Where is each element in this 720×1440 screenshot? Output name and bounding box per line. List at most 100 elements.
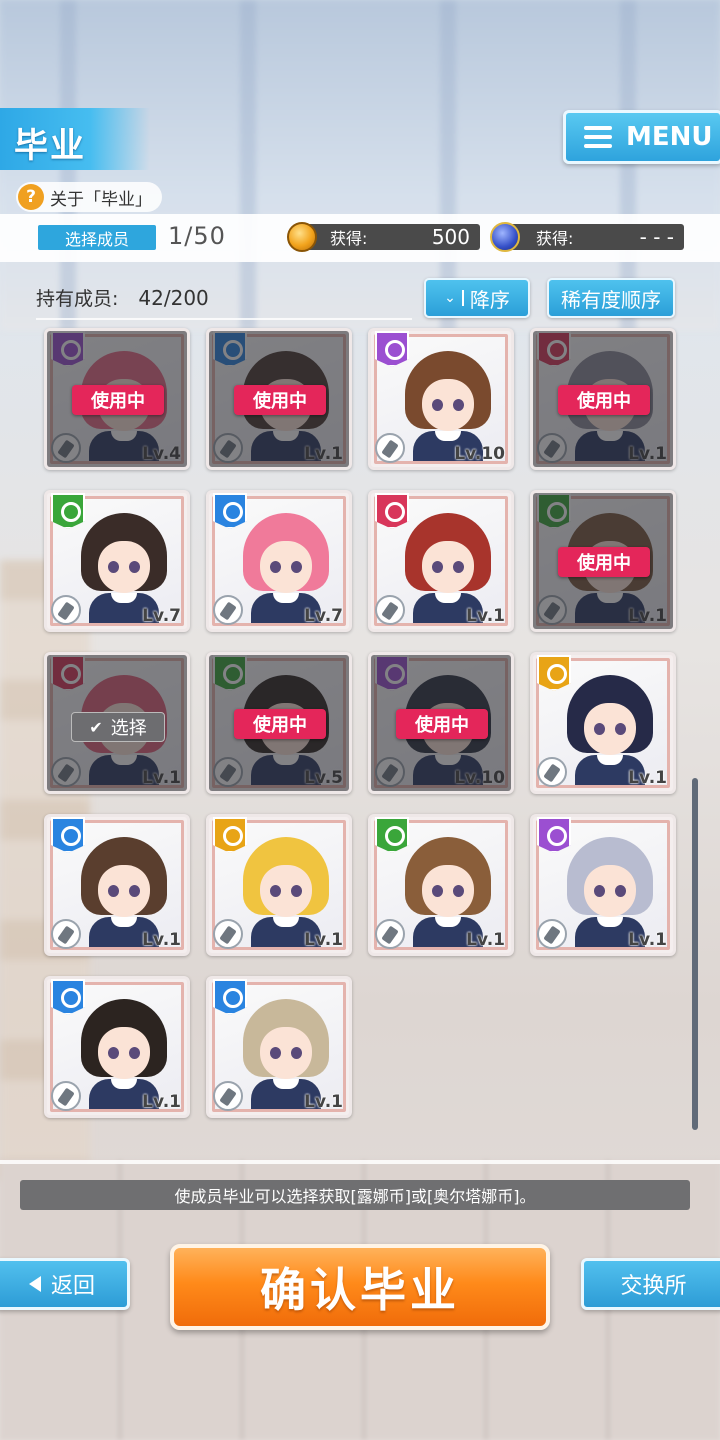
member-card[interactable]: Lv.1✔选择 xyxy=(44,652,190,794)
sort-rarity-button[interactable]: 稀有度顺序 xyxy=(547,278,675,318)
character-face xyxy=(98,541,150,593)
member-card[interactable]: Lv.1 xyxy=(44,814,190,956)
weapon-icon xyxy=(375,433,405,463)
gold-reward-label: 获得: xyxy=(330,229,368,248)
notice-text: 使成员毕业可以选择获取[露娜币]或[奥尔塔娜币]。 xyxy=(20,1180,690,1210)
in-use-badge: 使用中 xyxy=(558,547,650,577)
back-button[interactable]: 返回 xyxy=(0,1258,130,1310)
member-card[interactable]: Lv.1 xyxy=(206,976,352,1118)
member-card[interactable]: Lv.1使用中 xyxy=(206,328,352,470)
character-face xyxy=(422,865,474,917)
character-eye xyxy=(108,1047,119,1059)
page-title: 毕业 xyxy=(0,108,150,170)
character-portrait xyxy=(243,999,329,1109)
about-label: 关于「毕业」 xyxy=(50,189,152,210)
chevron-down-icon: ⌄ xyxy=(444,290,464,306)
member-card[interactable]: Lv.10使用中 xyxy=(368,652,514,794)
in-use-badge: 使用中 xyxy=(72,385,164,415)
gold-reward-value: 500 xyxy=(431,225,470,249)
member-card[interactable]: Lv.1 xyxy=(368,814,514,956)
character-eye xyxy=(594,723,605,735)
member-card[interactable]: Lv.7 xyxy=(206,490,352,632)
weapon-icon xyxy=(537,919,567,949)
owned-count: 42/200 xyxy=(138,286,209,310)
star-reward-label: 获得: xyxy=(536,229,574,248)
weapon-icon xyxy=(213,595,243,625)
member-card[interactable]: Lv.1使用中 xyxy=(530,328,676,470)
about-graduation-button[interactable]: ? 关于「毕业」 xyxy=(16,182,162,212)
character-eye xyxy=(453,885,464,897)
sort-order-button[interactable]: ⌄ 降序 xyxy=(424,278,530,318)
character-eye xyxy=(291,561,302,573)
selection-count: 1/50 xyxy=(168,222,226,250)
star-coin-icon xyxy=(490,222,520,252)
member-card[interactable]: Lv.5使用中 xyxy=(206,652,352,794)
member-card[interactable]: Lv.1 xyxy=(44,976,190,1118)
character-eye xyxy=(129,561,140,573)
member-card[interactable]: Lv.1 xyxy=(206,814,352,956)
weapon-icon xyxy=(51,1081,81,1111)
member-level: Lv.1 xyxy=(142,1092,181,1112)
member-card[interactable]: Lv.1使用中 xyxy=(530,490,676,632)
member-level: Lv.7 xyxy=(304,606,343,626)
scrollbar[interactable] xyxy=(692,778,698,1130)
divider xyxy=(36,318,412,320)
owned-label: 持有成员: xyxy=(36,288,119,310)
character-portrait xyxy=(405,351,491,461)
character-eye xyxy=(453,399,464,411)
selection-label: 选择成员 xyxy=(38,225,156,250)
character-portrait xyxy=(405,513,491,623)
member-card[interactable]: Lv.7 xyxy=(44,490,190,632)
back-label: 返回 xyxy=(50,1274,95,1299)
in-use-badge: 使用中 xyxy=(558,385,650,415)
member-level: Lv.1 xyxy=(628,768,667,788)
character-portrait xyxy=(405,837,491,947)
character-portrait xyxy=(243,837,329,947)
member-card[interactable]: Lv.10 xyxy=(368,328,514,470)
member-level: Lv.1 xyxy=(466,606,505,626)
in-use-badge: 使用中 xyxy=(234,385,326,415)
selected-label: 选择 xyxy=(110,718,147,739)
character-eye xyxy=(270,1047,281,1059)
member-card[interactable]: Lv.1 xyxy=(368,490,514,632)
member-level: Lv.10 xyxy=(454,444,505,464)
character-face xyxy=(422,541,474,593)
weapon-icon xyxy=(213,919,243,949)
character-face xyxy=(584,703,636,755)
character-eye xyxy=(432,885,443,897)
character-face xyxy=(98,1027,150,1079)
character-eye xyxy=(615,885,626,897)
weapon-icon xyxy=(375,919,405,949)
character-eye xyxy=(108,885,119,897)
character-eye xyxy=(108,561,119,573)
character-eye xyxy=(453,561,464,573)
character-eye xyxy=(432,399,443,411)
member-card[interactable]: Lv.1 xyxy=(530,814,676,956)
character-eye xyxy=(594,885,605,897)
weapon-icon xyxy=(51,919,81,949)
exchange-button[interactable]: 交换所 xyxy=(581,1258,720,1310)
checkmark-icon: ✔ xyxy=(89,717,103,737)
footer-divider xyxy=(0,1160,720,1164)
character-eye xyxy=(615,723,626,735)
member-level: Lv.1 xyxy=(304,930,343,950)
star-reward-box: 获得: - - - xyxy=(506,224,684,250)
member-level: Lv.1 xyxy=(304,1092,343,1112)
back-arrow-icon xyxy=(28,1276,41,1292)
character-face xyxy=(422,379,474,431)
weapon-icon xyxy=(537,757,567,787)
member-level: Lv.1 xyxy=(466,930,505,950)
character-portrait xyxy=(81,837,167,947)
character-face xyxy=(260,541,312,593)
member-card[interactable]: Lv.4使用中 xyxy=(44,328,190,470)
member-level: Lv.1 xyxy=(628,930,667,950)
menu-label: MENU xyxy=(626,122,713,152)
selected-badge: ✔ 选择 xyxy=(71,712,165,742)
confirm-graduation-button[interactable]: 确认毕业 xyxy=(170,1244,550,1330)
character-face xyxy=(98,865,150,917)
character-portrait xyxy=(243,513,329,623)
member-card[interactable]: Lv.1 xyxy=(530,652,676,794)
character-eye xyxy=(432,561,443,573)
character-eye xyxy=(270,561,281,573)
menu-button[interactable]: MENU xyxy=(563,110,720,164)
